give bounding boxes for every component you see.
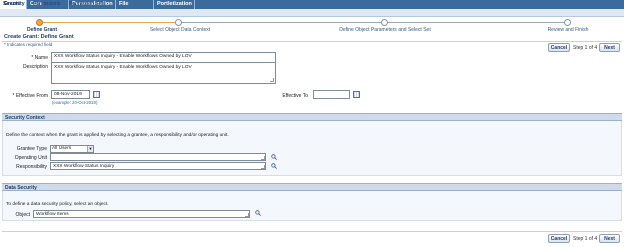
train-step-2-node	[175, 19, 182, 26]
train-step-3-label: Define Object Parameters and Select Set	[339, 27, 431, 33]
step-indicator: Step 1 of 4	[573, 45, 598, 51]
tab-file-manager[interactable]: File Manager	[116, 0, 154, 16]
effective-to-label: Effective To	[282, 93, 308, 99]
subtab-permission-sets[interactable]: Permission Sets	[66, 0, 108, 8]
grantee-type-value: All Users	[52, 146, 72, 151]
sub-tab-bar	[0, 9, 624, 17]
description-field[interactable]: XXX Workflow Status Inquiry - Enable Wor…	[51, 62, 276, 84]
object-label: Object	[15, 212, 30, 218]
security-context-header: Security Context	[2, 113, 622, 121]
next-button[interactable]: Next	[599, 43, 620, 52]
step-indicator-bottom: Step 1 of 4	[573, 236, 598, 242]
responsibility-label: Responsibility	[16, 164, 47, 170]
resize-grip-icon[interactable]	[261, 165, 265, 169]
train-step-1-label: Define Grant	[26, 27, 58, 33]
calendar-icon[interactable]	[353, 91, 360, 98]
operating-unit-label: Operating Unit	[14, 155, 47, 161]
train-step-4-node	[564, 19, 571, 26]
chevron-down-icon[interactable]: ▼	[87, 146, 93, 152]
operating-unit-field[interactable]	[50, 153, 266, 161]
date-format-hint: (example: 20-Oct-2019)	[52, 100, 98, 105]
train-connector	[385, 22, 568, 23]
subtab-grants[interactable]: Grants	[1, 0, 23, 8]
search-icon[interactable]	[271, 163, 277, 169]
title-divider	[2, 41, 622, 42]
data-security-header: Data Security	[2, 183, 622, 191]
resize-grip-icon[interactable]	[270, 78, 274, 82]
resize-grip-icon[interactable]	[261, 156, 265, 160]
bottom-divider	[2, 231, 622, 232]
search-icon[interactable]	[271, 154, 277, 160]
page-title: Create Grant: Define Grant	[4, 34, 74, 40]
search-icon[interactable]	[255, 210, 261, 216]
data-security-description: To define a data security policy, select…	[6, 202, 109, 207]
train-step-2-label: Select Object Data Context	[149, 27, 211, 33]
next-button-bottom[interactable]: Next	[599, 234, 620, 243]
security-context-description: Define the context when the grant is app…	[6, 133, 229, 138]
name-label: * Name	[31, 55, 48, 61]
description-label: Description	[22, 64, 48, 70]
calendar-icon[interactable]	[93, 91, 100, 98]
subtab-permissions[interactable]: Permissions	[30, 0, 63, 8]
object-field[interactable]: Workflow Items	[33, 210, 250, 218]
resize-grip-icon[interactable]	[245, 213, 249, 217]
train-step-3-node	[381, 19, 388, 26]
cancel-button-bottom[interactable]: Cancel	[548, 234, 570, 243]
tab-portletization[interactable]: Portletization	[154, 0, 195, 9]
grantee-type-label: Grantee Type	[16, 146, 47, 152]
grantee-type-select[interactable]: All Users ▼	[50, 145, 94, 153]
cancel-button[interactable]: Cancel	[548, 43, 570, 52]
responsibility-field[interactable]: XXX Workflow Status Inquiry	[50, 162, 266, 170]
train-connector	[40, 22, 179, 23]
train-step-4-label: Review and Finish	[547, 27, 589, 33]
effective-to-field[interactable]	[313, 90, 350, 99]
effective-from-label: * Effective From	[12, 93, 48, 99]
train-connector	[179, 22, 385, 23]
effective-from-field[interactable]: 08-Nov-2019	[51, 90, 90, 99]
required-note: * Indicates required field	[4, 42, 53, 47]
train-step-1-node	[36, 19, 43, 26]
